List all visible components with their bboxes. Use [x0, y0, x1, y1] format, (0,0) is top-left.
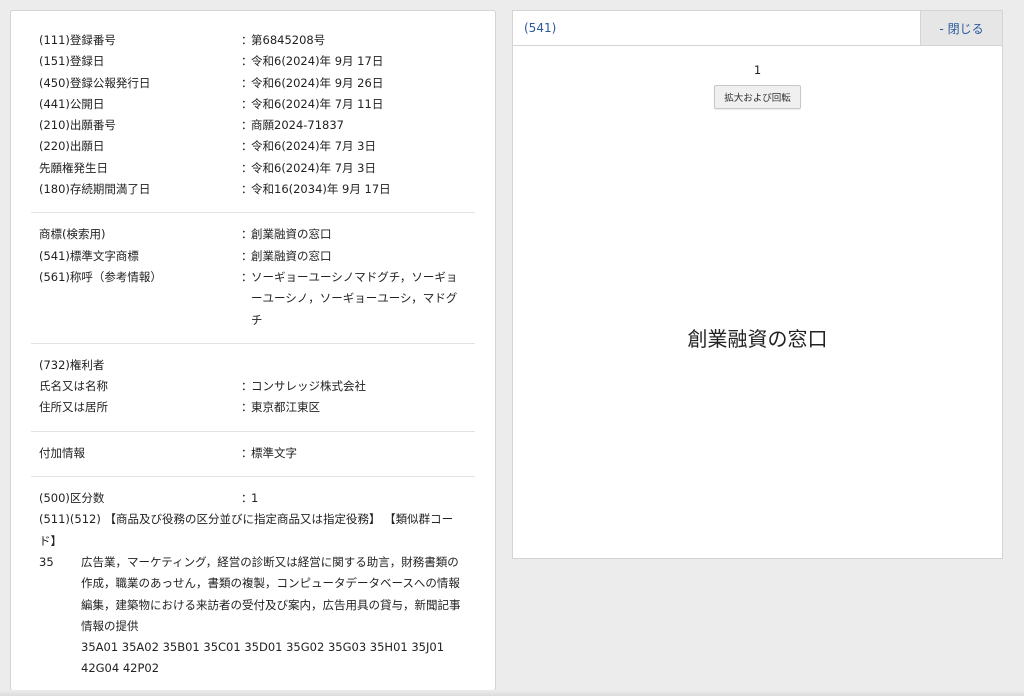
field-colon: ：	[241, 75, 253, 90]
field-value: 創業融資の窓口	[251, 227, 332, 242]
page-bottom-edge	[0, 690, 1024, 696]
field-colon: ：	[241, 248, 253, 263]
field-value: 令和6(2024)年 9月 17日	[251, 54, 384, 69]
class-description: 広告業，マーケティング，経営の診断又は経営に関する助言，財務書類の作成，職業のあ…	[81, 554, 461, 633]
field-value: 令和16(2034)年 9月 17日	[251, 182, 391, 197]
field-colon: ：	[241, 379, 253, 394]
field-colon: ：	[241, 33, 253, 47]
field-colon: ：	[241, 491, 253, 506]
class-number: 35	[39, 554, 54, 569]
owner-section: (732)権利者 氏名又は名称：コンサレッジ株式会社 住所又は居所：東京都江東区	[31, 344, 475, 432]
field-value: 令和6(2024)年 9月 26日	[251, 75, 384, 90]
field-row: 住所又は居所 ：東京都江東区	[39, 397, 475, 418]
field-row: (151)登録日 ：令和6(2024)年 9月 17日	[39, 51, 475, 72]
field-value: 東京都江東区	[251, 400, 320, 415]
field-label: (541)標準文字商標	[39, 248, 139, 263]
field-label: 住所又は居所	[39, 400, 108, 415]
field-label: 商標(検索用)	[39, 227, 106, 242]
field-row: (441)公開日 ：令和6(2024)年 7月 11日	[39, 94, 475, 115]
field-label: (441)公開日	[39, 96, 105, 111]
field-colon: ：	[241, 269, 253, 284]
field-label: (180)存続期間満了日	[39, 182, 151, 197]
field-colon: ：	[241, 400, 253, 415]
field-row: (210)出願番号 ：商願2024-71837	[39, 115, 475, 136]
field-value: 令和6(2024)年 7月 3日	[251, 160, 377, 175]
field-value: ソーギョーユーシノマドグチ，ソーギョーユーシノ，ソーギョーユーシ，マドグチ	[251, 269, 458, 327]
field-row: (561)称呼（参考情報） ：ソーギョーユーシノマドグチ，ソーギョーユーシノ，ソー…	[39, 267, 475, 331]
field-colon: ：	[241, 445, 253, 460]
field-label: 付加情報	[39, 445, 85, 460]
field-value: コンサレッジ株式会社	[251, 379, 366, 394]
field-row: (111)登録番号 ：第6845208号	[39, 30, 475, 51]
field-value: 創業融資の窓口	[251, 248, 332, 263]
additional-info-row: 付加情報 ： 標準文字	[39, 443, 475, 464]
bibliographic-panel: (111)登録番号：第6845208号 (151)登録日：令和6(2024)年 9…	[10, 10, 496, 691]
field-colon: ：	[241, 118, 253, 133]
image-panel-header: (541) - 閉じる	[513, 11, 1002, 46]
field-row: (220)出願日 ：令和6(2024)年 7月 3日	[39, 136, 475, 157]
field-value: 令和6(2024)年 7月 3日	[251, 139, 377, 154]
zoom-rotate-button[interactable]: 拡大および回転	[714, 85, 801, 109]
field-value: 令和6(2024)年 7月 11日	[251, 96, 384, 111]
field-label: (111)登録番号	[39, 33, 116, 47]
field-label: 先願権発生日	[39, 160, 108, 175]
trademark-image-panel: (541) - 閉じる 1 拡大および回転 創業融資の窓口	[512, 10, 1003, 559]
goods-services-heading: (511)(512) 【商品及び役務の区分並びに指定商品又は指定役務】 【類似群…	[39, 512, 454, 548]
class-entry: 35 広告業，マーケティング，経営の診断又は経営に関する助言，財務書類の作成，職…	[39, 552, 475, 680]
field-colon: ：	[241, 54, 253, 69]
similar-group-codes: 35A01 35A02 35B01 35C01 35D01 35G02 35G0…	[81, 640, 445, 676]
field-value: 標準文字	[251, 445, 297, 460]
field-row: 商標(検索用) ：創業融資の窓口	[39, 224, 475, 245]
field-value: 第6845208号	[251, 33, 326, 47]
field-row: 氏名又は名称 ：コンサレッジ株式会社	[39, 376, 475, 397]
field-label: (220)出願日	[39, 139, 105, 154]
field-label: (210)出願番号	[39, 118, 116, 133]
field-colon: ：	[241, 227, 253, 242]
field-value: 1	[251, 491, 259, 506]
trademark-image: 創業融資の窓口	[687, 327, 828, 351]
field-row: 先願権発生日 ：令和6(2024)年 7月 3日	[39, 158, 475, 179]
additional-info-section: 付加情報 ： 標準文字	[31, 432, 475, 478]
field-colon: ：	[241, 160, 253, 175]
class-count-row: (500)区分数 ： 1	[39, 488, 475, 509]
classification-section: (500)区分数 ： 1 (511)(512) 【商品及び役務の区分並びに指定商…	[31, 477, 475, 690]
field-label: 氏名又は名称	[39, 379, 108, 394]
close-button[interactable]: - 閉じる	[920, 11, 1002, 45]
field-label: (151)登録日	[39, 54, 105, 69]
field-label: (500)区分数	[39, 491, 105, 506]
field-row: (180)存続期間満了日 ：令和16(2034)年 9月 17日	[39, 179, 475, 200]
field-colon: ：	[241, 139, 253, 154]
field-value: 商願2024-71837	[251, 118, 344, 133]
field-row: (450)登録公報発行日 ：令和6(2024)年 9月 26日	[39, 73, 475, 94]
trademark-section: 商標(検索用)：創業融資の窓口 (541)標準文字商標：創業融資の窓口 (561)称…	[31, 213, 475, 344]
field-colon: ：	[241, 96, 253, 111]
page-number: 1	[753, 63, 762, 77]
field-colon: ：	[241, 182, 253, 197]
field-label: (450)登録公報発行日	[39, 75, 151, 90]
field-row: (541)標準文字商標 ：創業融資の窓口	[39, 246, 475, 267]
registration-section: (111)登録番号：第6845208号 (151)登録日：令和6(2024)年 9…	[31, 11, 475, 214]
image-panel-title: (541)	[524, 21, 557, 35]
owner-heading: (732)権利者	[39, 357, 105, 372]
field-label: (561)称呼（参考情報）	[39, 269, 162, 284]
